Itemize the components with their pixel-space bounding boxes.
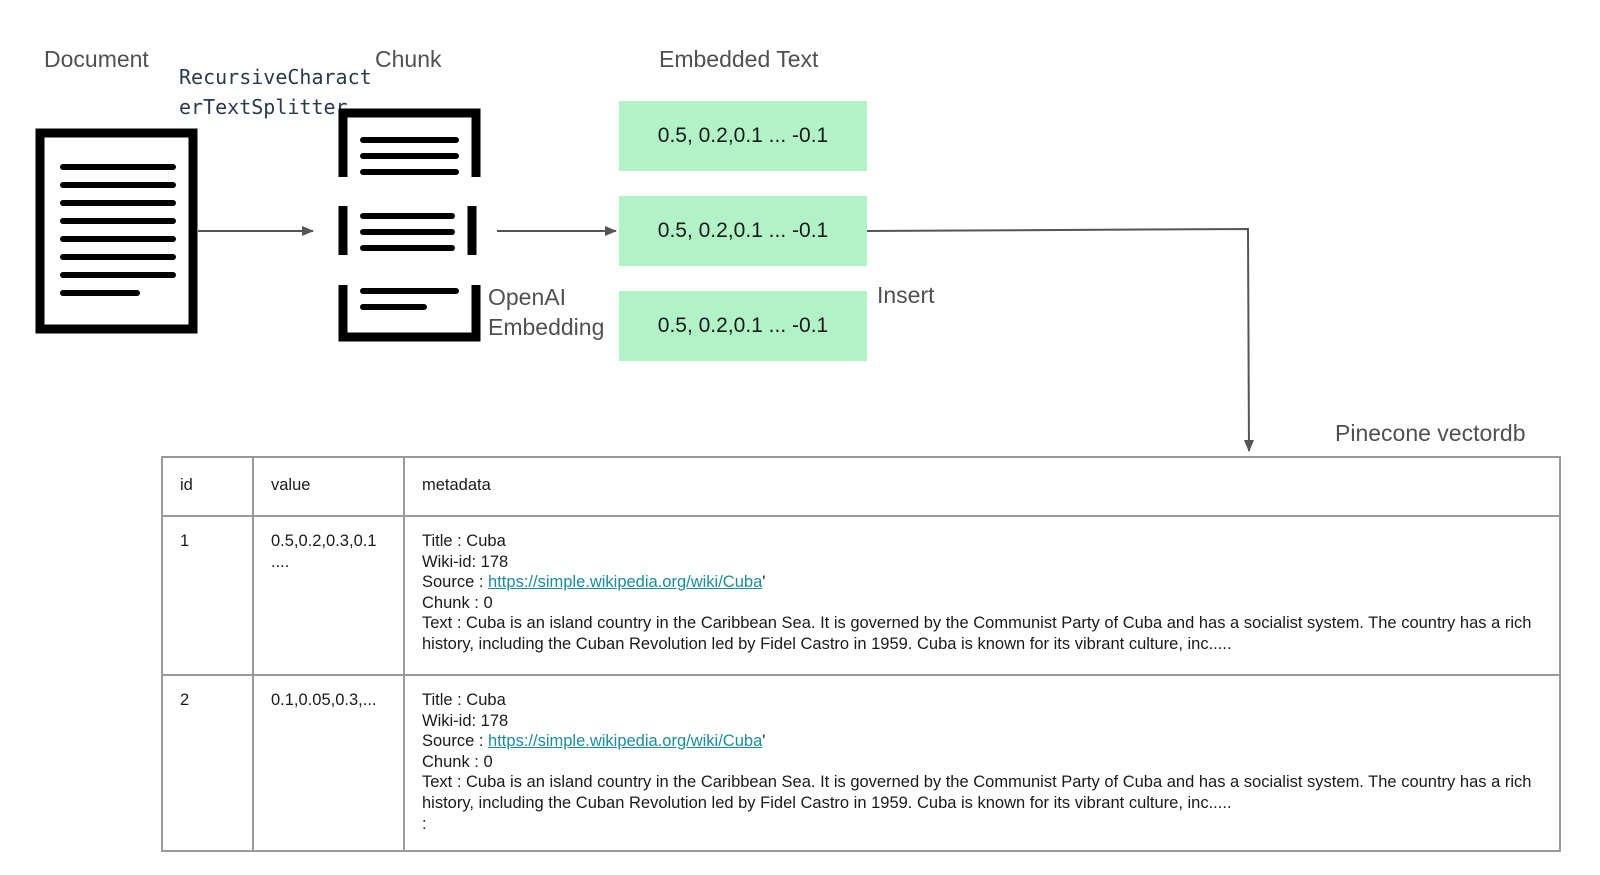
embedding-box: 0.5, 0.2,0.1 ... -0.1 — [619, 101, 867, 171]
metadata-source-suffix: ' — [762, 732, 766, 751]
header-metadata: metadata — [403, 456, 1561, 517]
metadata-chunk: Chunk : 0 — [422, 752, 493, 771]
row-value: 0.5,0.2,0.3,0.1 .... — [252, 515, 405, 676]
metadata-text: Text : Cuba is an island country in the … — [422, 614, 1532, 653]
chunk-icon — [338, 108, 481, 342]
metadata-source-link[interactable]: https://simple.wikipedia.org/wiki/Cuba — [488, 732, 762, 750]
row-value: 0.1,0.05,0.3,... — [252, 674, 405, 852]
document-icon — [35, 128, 198, 334]
metadata-wiki-id: Wiki-id: 178 — [422, 552, 509, 571]
table-row: 2 0.1,0.05,0.3,... Title : Cuba Wiki-id:… — [161, 674, 1561, 852]
metadata-source-suffix: ' — [762, 573, 766, 592]
embedding-box: 0.5, 0.2,0.1 ... -0.1 — [619, 291, 867, 361]
vectordb-table: id value metadata 1 0.5,0.2,0.3,0.1 ....… — [161, 456, 1561, 852]
header-value: value — [252, 456, 405, 517]
table-row: 1 0.5,0.2,0.3,0.1 .... Title : Cuba Wiki… — [161, 515, 1561, 676]
metadata-source-link[interactable]: https://simple.wikipedia.org/wiki/Cuba — [488, 573, 762, 591]
metadata-source: Source : https://simple.wikipedia.org/wi… — [422, 731, 1543, 752]
metadata-extra: : — [422, 814, 427, 833]
metadata-text: Text : Cuba is an island country in the … — [422, 773, 1532, 812]
row-value-line2: .... — [271, 552, 290, 571]
header-id: id — [161, 456, 254, 517]
row-value-line1: 0.5,0.2,0.3,0.1 — [271, 532, 377, 550]
metadata-chunk: Chunk : 0 — [422, 593, 493, 612]
embedding-box: 0.5, 0.2,0.1 ... -0.1 — [619, 196, 867, 266]
table-header-row: id value metadata — [161, 456, 1561, 517]
metadata-source: Source : https://simple.wikipedia.org/wi… — [422, 572, 1543, 593]
arrow-insert-to-vectordb — [866, 227, 1254, 452]
row-metadata: Title : Cuba Wiki-id: 178 Source : https… — [403, 515, 1561, 676]
metadata-wiki-id: Wiki-id: 178 — [422, 711, 509, 730]
metadata-source-label: Source : — [422, 573, 489, 592]
metadata-source-label: Source : — [422, 732, 489, 751]
metadata-title: Title : Cuba — [422, 532, 506, 550]
row-id: 2 — [161, 674, 254, 852]
row-value-line1: 0.1,0.05,0.3,... — [271, 691, 377, 709]
row-id: 1 — [161, 515, 254, 676]
metadata-title: Title : Cuba — [422, 691, 506, 709]
row-metadata: Title : Cuba Wiki-id: 178 Source : https… — [403, 674, 1561, 852]
